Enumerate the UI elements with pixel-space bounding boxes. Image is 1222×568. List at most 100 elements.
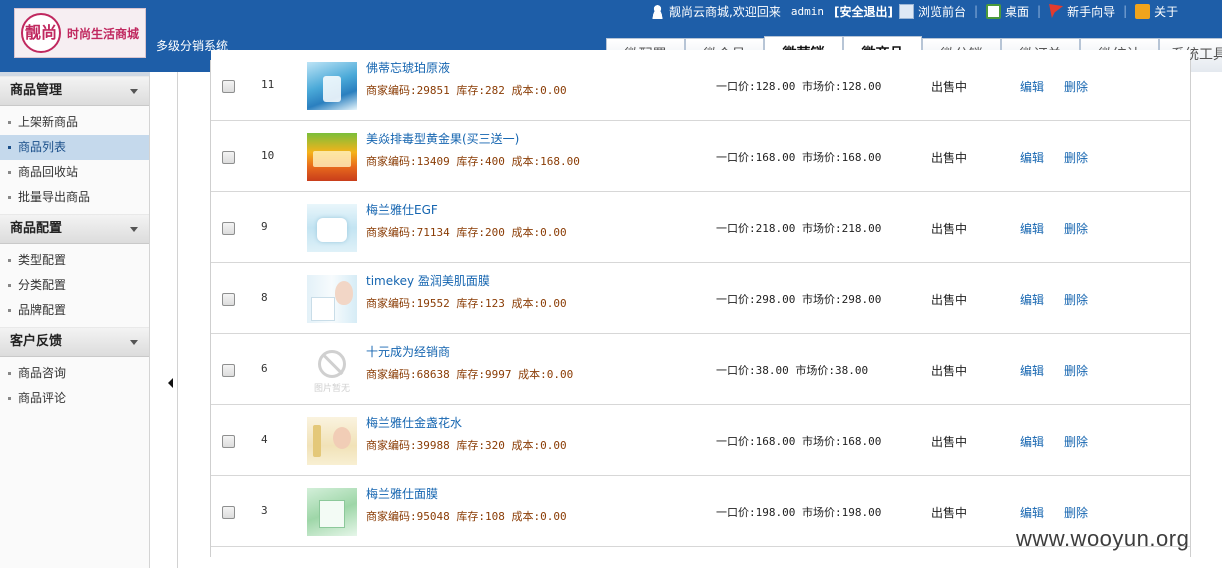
product-name-link[interactable]: 梅兰雅仕EGF — [366, 201, 438, 218]
product-name-link[interactable]: 美焱排毒型黄金果(买三送一) — [366, 130, 519, 147]
stock-label: 库存: — [456, 297, 485, 310]
market-price-value: 218.00 — [841, 222, 882, 235]
cost-label: 成本: — [511, 155, 541, 168]
welcome-text: 靓尚云商城,欢迎回来 — [669, 4, 781, 19]
product-thumbnail[interactable] — [307, 417, 357, 465]
user-icon — [650, 3, 665, 19]
code-label: 商家编码: — [366, 368, 417, 381]
product-code: 71134 — [416, 226, 450, 239]
product-meta: 商家编码:95048 库存:108 成本:0.00 — [366, 508, 567, 524]
code-label: 商家编码: — [366, 510, 417, 523]
stock-label: 库存: — [456, 368, 485, 381]
logo-mark: 靓尚 — [21, 13, 61, 53]
delete-link[interactable]: 删除 — [1064, 504, 1088, 521]
market-price-value: 128.00 — [841, 80, 882, 93]
product-cost: 0.00 — [546, 368, 574, 381]
market-price-label: 市场价: — [802, 506, 842, 519]
price-value: 168.00 — [755, 151, 796, 164]
row-checkbox[interactable] — [222, 222, 235, 235]
delete-link[interactable]: 删除 — [1064, 149, 1088, 166]
product-id: 11 — [261, 78, 275, 91]
delete-link[interactable]: 删除 — [1064, 362, 1088, 379]
product-thumbnail[interactable] — [307, 62, 357, 110]
sidebar-section-product-config[interactable]: 商品配置 — [0, 214, 149, 244]
edit-link[interactable]: 编辑 — [1020, 220, 1044, 237]
chevron-down-icon — [130, 89, 138, 94]
row-checkbox[interactable] — [222, 293, 235, 306]
separator: | — [973, 4, 978, 18]
product-name-link[interactable]: 佛蒂忘琥珀原液 — [366, 59, 450, 76]
sidebar-item-type-config[interactable]: 类型配置 — [0, 248, 149, 273]
product-meta: 商家编码:39988 库存:320 成本:0.00 — [366, 437, 567, 453]
edit-link[interactable]: 编辑 — [1020, 78, 1044, 95]
product-id: 8 — [261, 291, 268, 304]
product-thumbnail[interactable] — [307, 133, 357, 181]
table-row: 10 美焱排毒型黄金果(买三送一) 商家编码:13409 库存:400 成本:168… — [211, 121, 1190, 192]
edit-link[interactable]: 编辑 — [1020, 504, 1044, 521]
product-name-link[interactable]: 十元成为经销商 — [366, 343, 450, 360]
guide-link[interactable]: 新手向导 — [1049, 3, 1115, 20]
product-thumbnail[interactable] — [307, 488, 357, 536]
row-checkbox[interactable] — [222, 435, 235, 448]
table-row: 4 梅兰雅仕金盏花水 商家编码:39988 库存:320 成本:0.00 一口价:16… — [211, 405, 1190, 476]
browse-front-link[interactable]: 浏览前台 — [898, 3, 966, 20]
product-thumbnail[interactable] — [307, 275, 357, 323]
product-name-link[interactable]: 梅兰雅仕金盏花水 — [366, 414, 462, 431]
row-checkbox[interactable] — [222, 151, 235, 164]
edit-link[interactable]: 编辑 — [1020, 149, 1044, 166]
market-price-label: 市场价: — [802, 435, 842, 448]
table-row: 6 图片暂无 十元成为经销商 商家编码:68638 库存:9997 成本:0.00 一口… — [211, 334, 1190, 405]
sidebar-item-add-product[interactable]: 上架新商品 — [0, 110, 149, 135]
sidebar-item-product-list[interactable]: 商品列表 — [0, 135, 149, 160]
cost-label: 成本: — [511, 84, 541, 97]
product-thumbnail[interactable]: 图片暂无 — [307, 346, 357, 394]
about-link[interactable]: 关于 — [1135, 3, 1178, 20]
market-price-value: 198.00 — [841, 506, 882, 519]
delete-link[interactable]: 删除 — [1064, 291, 1088, 308]
no-image-icon — [318, 350, 346, 378]
delete-link[interactable]: 删除 — [1064, 220, 1088, 237]
flag-icon — [1049, 4, 1064, 18]
product-status: 出售中 — [931, 80, 968, 94]
sidebar-item-product-reviews[interactable]: 商品评论 — [0, 386, 149, 411]
sidebar-section-feedback[interactable]: 客户反馈 — [0, 327, 149, 357]
delete-link[interactable]: 删除 — [1064, 433, 1088, 450]
logout-link[interactable]: [安全退出] — [834, 3, 893, 20]
sidebar-item-recycle-bin[interactable]: 商品回收站 — [0, 160, 149, 185]
edit-link[interactable]: 编辑 — [1020, 291, 1044, 308]
sidebar-item-bulk-export[interactable]: 批量导出商品 — [0, 185, 149, 210]
lock-icon — [1135, 3, 1151, 19]
product-stock: 123 — [485, 297, 505, 310]
sidebar-item-brand-config[interactable]: 品牌配置 — [0, 298, 149, 323]
collapse-sidebar-icon[interactable] — [168, 378, 173, 388]
product-thumbnail[interactable] — [307, 204, 357, 252]
product-id: 10 — [261, 149, 275, 162]
sidebar-section-product-management[interactable]: 商品管理 — [0, 76, 149, 106]
sidebar-item-product-inquiry[interactable]: 商品咨询 — [0, 361, 149, 386]
price-value: 218.00 — [755, 222, 796, 235]
price-label: 一口价: — [716, 151, 756, 164]
edit-link[interactable]: 编辑 — [1020, 362, 1044, 379]
product-name-link[interactable]: timekey 盈润美肌面膜 — [366, 272, 490, 289]
product-meta: 商家编码:13409 库存:400 成本:168.00 — [366, 153, 580, 169]
product-table: 11 佛蒂忘琥珀原液 商家编码:29851 库存:282 成本:0.00 一口价:12… — [210, 50, 1191, 557]
row-checkbox[interactable] — [222, 364, 235, 377]
edit-link[interactable]: 编辑 — [1020, 433, 1044, 450]
product-status: 出售中 — [931, 506, 968, 520]
stock-label: 库存: — [456, 439, 485, 452]
product-stock: 282 — [485, 84, 505, 97]
top-toolbar: 靓尚云商城,欢迎回来 admin [安全退出] 浏览前台 | 桌面 | 新手向导… — [650, 2, 1178, 20]
product-status: 出售中 — [931, 222, 968, 236]
row-checkbox[interactable] — [222, 80, 235, 93]
logo[interactable]: 靓尚 时尚生活商城 — [14, 8, 146, 58]
desktop-link[interactable]: 桌面 — [986, 3, 1029, 20]
table-row: 9 梅兰雅仕EGF 商家编码:71134 库存:200 成本:0.00 一口价:218… — [211, 192, 1190, 263]
watermark: www.wooyun.org — [1016, 526, 1190, 551]
price-value: 128.00 — [755, 80, 796, 93]
delete-link[interactable]: 删除 — [1064, 78, 1088, 95]
sidebar-item-category-config[interactable]: 分类配置 — [0, 273, 149, 298]
row-checkbox[interactable] — [222, 506, 235, 519]
product-name-link[interactable]: 梅兰雅仕面膜 — [366, 485, 438, 502]
product-cost: 0.00 — [540, 226, 567, 239]
section-title: 客户反馈 — [10, 334, 63, 349]
